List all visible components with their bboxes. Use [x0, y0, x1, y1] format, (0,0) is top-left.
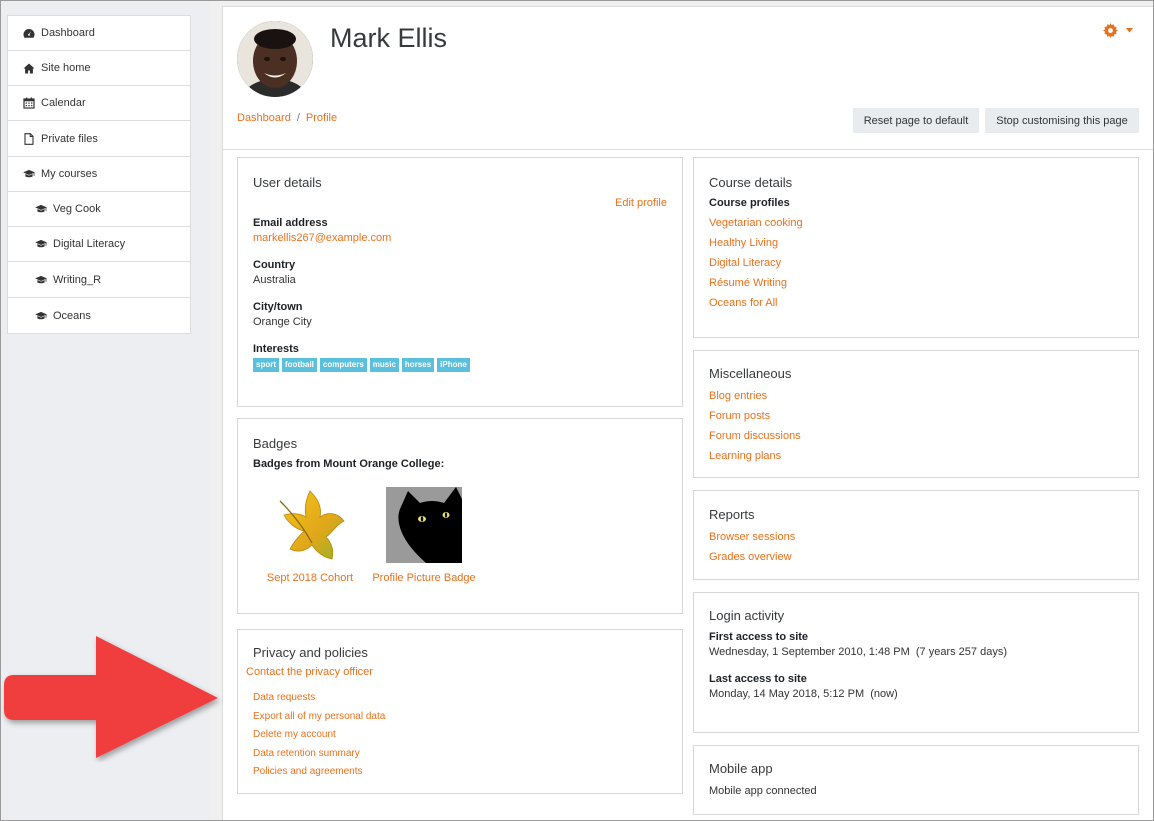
- screenshot-frame: [0, 0, 1154, 821]
